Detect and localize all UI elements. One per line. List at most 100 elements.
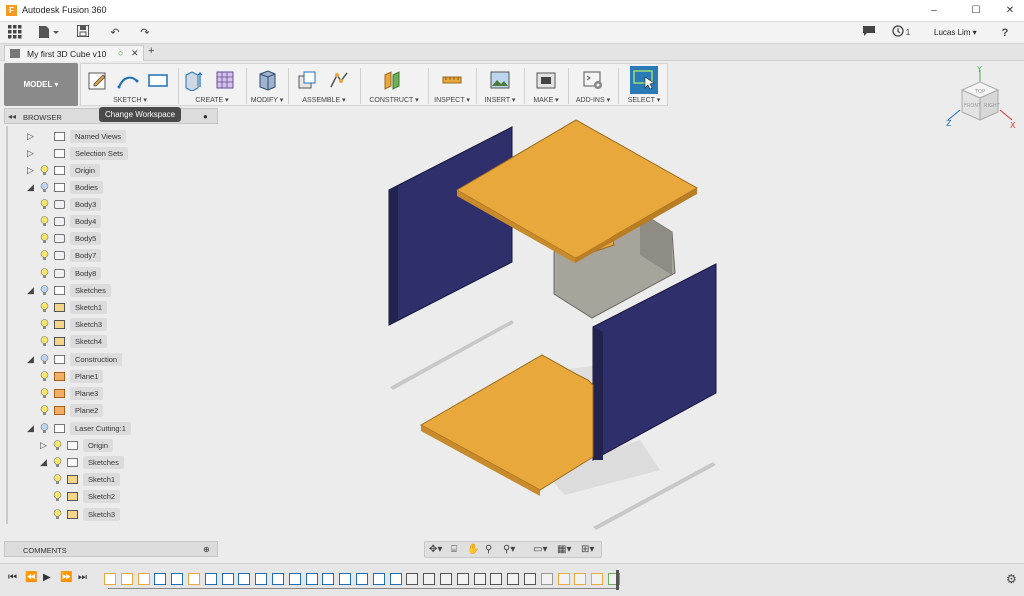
timeline-feature-icon[interactable] [473,573,486,585]
comment-icon[interactable] [862,25,876,41]
visibility-bulb-icon[interactable] [40,233,49,244]
browser-options-icon[interactable]: ● [203,112,208,121]
visibility-bulb-icon[interactable] [40,268,49,279]
sketch-group[interactable]: SKETCH ▾ [83,64,177,107]
add-ins-menu-label[interactable]: ADD-INS ▾ [570,96,616,104]
save-icon[interactable] [76,25,90,41]
pan-hand-icon[interactable]: ✋ [467,544,479,556]
add-ins-group[interactable]: ADD-INS ▾ [570,64,616,107]
timeline-feature-icon[interactable] [305,573,318,585]
visibility-bulb-icon[interactable] [40,388,49,399]
timeline-feature-icon[interactable] [406,573,419,585]
browser-tree-item[interactable]: Body7 [0,248,218,263]
collapse-arrow-icon[interactable]: ◢ [40,457,50,468]
browser-tree-item[interactable]: ▷ Origin [0,438,218,453]
timeline-feature-icon[interactable] [574,573,587,585]
redo-icon[interactable]: ↷ [134,25,156,41]
close-window-button[interactable]: ✕ [992,0,1024,22]
create-group[interactable]: CREATE ▾ [180,64,244,107]
browser-tree-item[interactable]: Plane1 [0,369,218,384]
construct-group[interactable]: CONSTRUCT ▾ [362,64,426,107]
create-menu-label[interactable]: CREATE ▾ [180,96,244,104]
user-menu[interactable]: Lucas Lim ▾ [934,28,977,37]
3d-viewport[interactable] [218,108,1024,563]
go-to-end-icon[interactable]: ⏭ [78,572,87,583]
timeline-feature-icon[interactable] [104,573,116,585]
timeline-feature-icon[interactable] [204,573,217,585]
browser-tree-item[interactable]: Body3 [0,197,218,212]
timeline-feature-icon[interactable] [507,573,520,585]
visibility-bulb-icon[interactable] [40,216,49,227]
visibility-bulb-icon[interactable] [40,165,49,176]
collapse-arrow-icon[interactable]: ◢ [27,182,37,193]
collapse-browser-icon[interactable]: ◂◂ [8,112,16,121]
browser-tree-item[interactable]: Sketch4 [0,334,218,349]
display-settings-icon[interactable]: ▭▾ [533,544,547,556]
select-arrow-icon[interactable] [630,66,658,94]
modify-group[interactable]: MODIFY ▾ [248,64,286,107]
maximize-button[interactable]: ☐ [958,0,994,22]
document-tab[interactable]: My first 3D Cube v10 ○ ✕ [4,45,144,61]
expand-arrow-icon[interactable]: ▷ [40,440,50,451]
browser-tree-item[interactable]: ◢ Laser Cutting:1 [0,421,218,436]
body-left-navy-panel[interactable] [388,126,513,326]
visibility-bulb-icon[interactable] [53,491,62,502]
timeline-feature-icon[interactable] [322,573,335,585]
close-tab-icon[interactable]: ✕ [131,48,139,59]
timeline-feature-icon[interactable] [171,573,184,585]
timeline-feature-icon[interactable] [255,573,268,585]
line-tool-icon[interactable] [117,69,139,91]
browser-tree-item[interactable]: Sketch3 [0,317,218,332]
timeline-feature-icon[interactable] [288,573,301,585]
data-panel-grid-icon[interactable] [8,25,22,41]
browser-tree-item[interactable]: ◢ Sketches [0,455,218,470]
timeline-feature-icon[interactable] [154,573,167,585]
collapse-arrow-icon[interactable]: ◢ [27,285,37,296]
file-menu-icon[interactable] [38,25,60,41]
add-comment-icon[interactable]: ⊕ [203,545,210,554]
timeline-feature-icon[interactable] [456,573,469,585]
timeline-feature-icon[interactable] [440,573,452,585]
3d-print-icon[interactable] [535,69,557,91]
expand-arrow-icon[interactable]: ▷ [27,148,37,159]
play-icon[interactable]: ▶ [43,572,51,583]
timeline-feature-icon[interactable] [490,573,503,585]
timeline-feature-icon[interactable] [540,573,553,585]
make-group[interactable]: MAKE ▾ [526,64,566,107]
step-forward-icon[interactable]: ⏩ [60,572,72,583]
visibility-bulb-icon[interactable] [40,405,49,416]
browser-tree-item[interactable]: ▷ Origin [0,163,218,178]
browser-tree-item[interactable]: Sketch3 [0,507,218,522]
browser-tree-item[interactable]: Body8 [0,266,218,281]
new-tab-button[interactable]: + [148,45,154,57]
select-group[interactable]: SELECT ▾ [620,64,668,107]
collapse-arrow-icon[interactable]: ◢ [27,354,37,365]
browser-tree-item[interactable]: Body4 [0,214,218,229]
timeline-feature-icon[interactable] [339,573,352,585]
measure-icon[interactable] [441,69,463,91]
view-cube[interactable]: Y Z X TOP FRONT RIGHT [940,64,1020,136]
browser-tree-item[interactable]: Body5 [0,231,218,246]
rectangle-tool-icon[interactable] [147,69,169,91]
grid-settings-icon[interactable]: ▦▾ [557,544,571,556]
look-at-icon[interactable]: ⌸ [451,544,457,556]
expand-arrow-icon[interactable]: ▷ [27,131,37,142]
offset-plane-icon[interactable] [382,69,404,91]
insert-group[interactable]: INSERT ▾ [478,64,522,107]
box-pattern-icon[interactable] [214,69,236,91]
visibility-bulb-icon[interactable] [53,440,62,451]
sketch-menu-label[interactable]: SKETCH ▾ [83,96,177,104]
assemble-group[interactable]: ASSEMBLE ▾ [290,64,358,107]
browser-tree-item[interactable]: Sketch1 [0,300,218,315]
browser-tree-item[interactable]: ▷ Selection Sets [0,146,218,161]
scripts-addins-icon[interactable] [582,69,604,91]
visibility-bulb-icon[interactable] [40,182,49,193]
visibility-bulb-icon[interactable] [40,319,49,330]
timeline-feature-icon[interactable] [188,573,200,585]
go-to-start-icon[interactable]: ⏮ [8,572,17,583]
insert-menu-label[interactable]: INSERT ▾ [478,96,522,104]
timeline-feature-icon[interactable] [389,573,402,585]
browser-tree-item[interactable]: ◢ Bodies [0,180,218,195]
undo-icon[interactable]: ↶ [104,25,126,41]
browser-tree-item[interactable]: Sketch1 [0,472,218,487]
